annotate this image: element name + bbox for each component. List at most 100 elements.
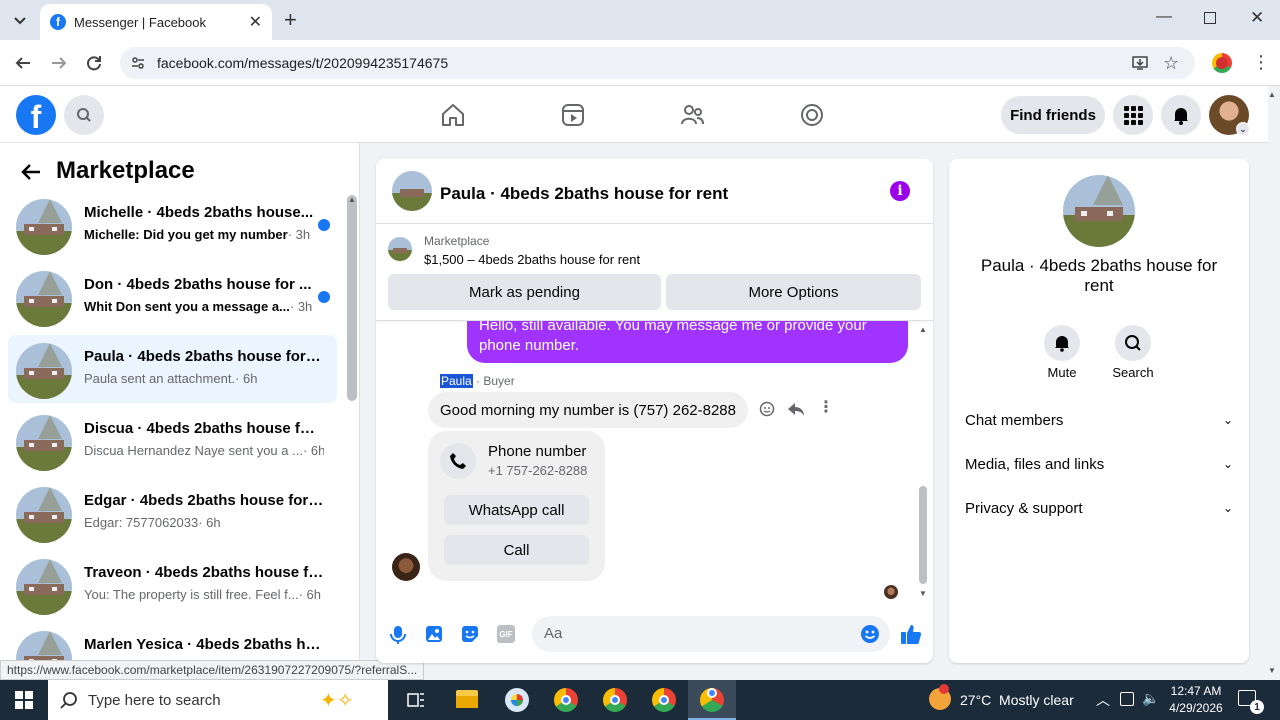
media-files-links-section[interactable]: Media, files and links ⌄ [965, 452, 1233, 476]
preview-text: Discua Hernandez Naye sent you a ... [84, 443, 303, 458]
conversation-item[interactable]: Discua · 4beds 2baths house for ... Discu… [8, 407, 337, 475]
chevron-down-icon: ⌄ [1222, 413, 1233, 427]
account-chevron-icon[interactable]: ⌄ [1236, 122, 1250, 136]
video-icon[interactable] [560, 102, 586, 128]
search-in-conversation-button[interactable] [1115, 325, 1151, 361]
chat-title[interactable]: Paula · 4beds 2baths house for rent [440, 184, 728, 204]
preview-text: Edgar: 7577062033 [84, 515, 199, 530]
chat-members-section[interactable]: Chat members ⌄ [965, 408, 1233, 432]
react-icon[interactable] [759, 401, 775, 417]
sender-avatar[interactable] [392, 553, 420, 581]
sticker-icon[interactable] [461, 625, 479, 643]
new-tab-icon[interactable]: + [284, 9, 297, 31]
page-scroll-down-icon[interactable]: ▼ [1268, 666, 1276, 675]
url-input[interactable]: facebook.com/messages/t/2020994235174675 [120, 47, 1195, 79]
conversation-preview: Edgar: 7577062033· 6h [84, 515, 324, 530]
profile-icon[interactable] [1212, 53, 1232, 73]
clock-date[interactable]: 4/29/2026 [1166, 701, 1226, 715]
chat-scroll-up-icon[interactable]: ▲ [919, 325, 927, 334]
my-message-bubble[interactable]: Hello, still available. You may message … [467, 321, 908, 363]
call-button[interactable]: Call [444, 535, 589, 565]
weather-text[interactable]: 27°C Mostly clear [960, 692, 1074, 708]
search-button[interactable] [64, 95, 104, 135]
page-scroll-up-icon[interactable]: ▲ [1268, 90, 1276, 99]
search-highlight-sparkle-icon: ✦✧ [320, 690, 354, 712]
gaming-icon[interactable] [799, 102, 825, 128]
more-options-button[interactable]: More Options [666, 274, 921, 310]
paint-app-icon[interactable] [505, 688, 529, 712]
whatsapp-call-button[interactable]: WhatsApp call [444, 495, 589, 525]
notifications-button[interactable] [1161, 95, 1201, 135]
emoji-icon[interactable] [860, 624, 880, 644]
weather-icon[interactable] [929, 684, 951, 710]
task-view-icon[interactable] [406, 690, 426, 710]
left-scroll-up-icon[interactable]: ▲ [348, 195, 356, 204]
chrome-profile-3-icon[interactable] [652, 688, 676, 712]
network-icon[interactable] [1120, 692, 1134, 706]
menu-button[interactable] [1113, 95, 1153, 135]
grid-menu-icon [1123, 105, 1143, 125]
conversation-preview: You: The property is still free. Feel f.… [84, 587, 324, 602]
back-icon[interactable] [14, 54, 32, 72]
reply-icon[interactable] [787, 401, 805, 417]
conversation-item[interactable]: Paula · 4beds 2baths house for r... Paula… [8, 335, 337, 403]
notification-count-badge: 1 [1250, 700, 1264, 714]
more-actions-icon[interactable]: ⋮ [818, 397, 834, 417]
preview-time: · 3h [289, 299, 313, 314]
listing-line[interactable]: $1,500 – 4beds 2baths house for rent [424, 252, 640, 267]
chat-scroll-down-icon[interactable]: ▼ [919, 589, 927, 598]
find-friends-button[interactable]: Find friends [1001, 96, 1105, 134]
conversation-item[interactable]: Don · 4beds 2baths house for ... Whit Don… [8, 263, 337, 331]
forward-icon[interactable] [50, 54, 68, 72]
listing-source: Marketplace [424, 234, 490, 248]
privacy-support-section[interactable]: Privacy & support ⌄ [965, 496, 1233, 520]
browser-menu-icon[interactable]: ⋮ [1252, 52, 1270, 73]
site-settings-icon[interactable] [130, 55, 146, 71]
close-window-icon[interactable]: ✕ [1250, 8, 1264, 28]
facebook-logo[interactable]: f [16, 95, 56, 135]
bookmark-star-icon[interactable]: ☆ [1163, 53, 1179, 74]
left-scrollbar[interactable] [347, 195, 357, 401]
chrome-profile-2-icon[interactable] [603, 688, 627, 712]
active-chrome-taskbar-button[interactable] [688, 680, 736, 720]
message-placeholder: Aa [544, 625, 563, 642]
photo-icon[interactable] [425, 625, 443, 643]
file-explorer-icon[interactable] [456, 690, 478, 708]
privacy-support-label: Privacy & support [965, 499, 1083, 517]
info-icon[interactable]: i [890, 181, 910, 201]
conversation-item[interactable]: Traveon · 4beds 2baths house fo... You: T… [8, 551, 337, 619]
back-arrow-icon[interactable] [20, 161, 42, 183]
chat-header-avatar[interactable] [392, 171, 432, 211]
preview-text: Michelle: Did you get my number [84, 227, 288, 242]
chat-scrollbar[interactable] [919, 486, 927, 584]
mute-button[interactable] [1044, 325, 1080, 361]
minimize-icon[interactable]: — [1156, 8, 1172, 26]
tab-list-chevron-icon[interactable] [10, 10, 30, 30]
thumbs-up-icon[interactable] [900, 623, 922, 645]
gif-icon[interactable]: GIF [497, 625, 515, 643]
friends-icon[interactable] [679, 102, 705, 128]
phone-card: Phone number +1 757-262-8288 WhatsApp ca… [428, 431, 605, 581]
tray-chevron-icon[interactable]: ︿ [1096, 690, 1110, 710]
close-tab-icon[interactable]: ✕ [249, 12, 262, 32]
mark-as-pending-button[interactable]: Mark as pending [388, 274, 661, 310]
taskbar-search-input[interactable]: Type here to search ✦✧ [48, 680, 388, 720]
home-icon[interactable] [440, 102, 466, 128]
browser-tab[interactable]: f Messenger | Facebook ✕ [40, 4, 272, 40]
restore-icon[interactable] [1204, 12, 1216, 24]
windows-start-icon[interactable] [15, 691, 33, 709]
their-message-bubble[interactable]: Good morning my number is (757) 262-8288 [428, 392, 748, 428]
clock-time[interactable]: 12:47 AM [1166, 684, 1226, 698]
details-avatar[interactable] [1063, 175, 1135, 247]
preview-time: · 6h [198, 515, 221, 530]
message-input[interactable]: Aa [532, 616, 890, 652]
install-app-icon[interactable] [1131, 54, 1149, 72]
search-icon [76, 107, 92, 123]
volume-muted-icon[interactable]: 🔈 [1142, 690, 1159, 707]
microphone-icon[interactable] [390, 625, 406, 645]
conversation-item[interactable]: Edgar · 4beds 2baths house for r... Edgar… [8, 479, 337, 547]
listing-thumbnail[interactable] [388, 237, 412, 261]
chrome-profile-u-icon[interactable] [554, 688, 578, 712]
conversation-item[interactable]: Michelle · 4beds 2baths house... Michelle… [8, 191, 337, 259]
reload-icon[interactable] [85, 54, 103, 72]
